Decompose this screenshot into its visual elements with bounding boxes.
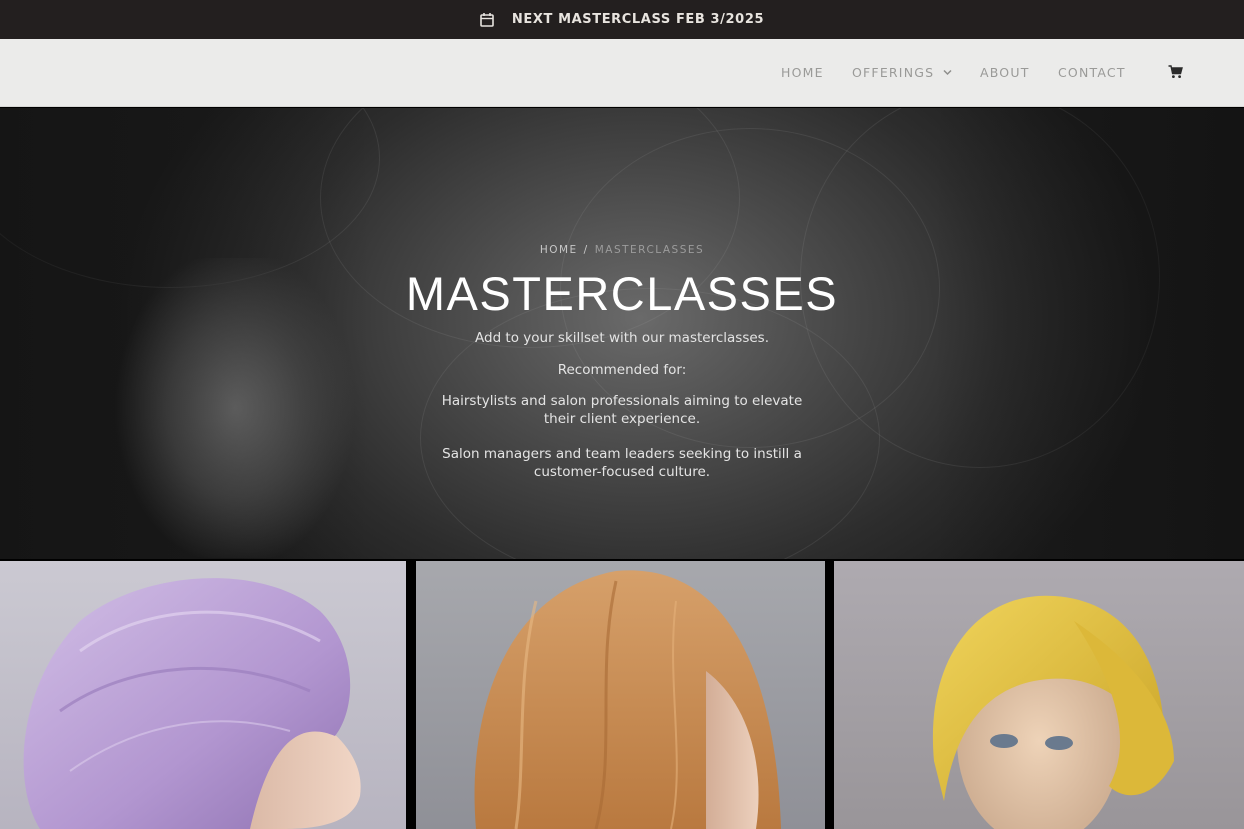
cart-icon[interactable] xyxy=(1168,64,1183,78)
nav-home[interactable]: HOME xyxy=(781,65,824,80)
site-header: HOME OFFERINGS ABOUT CONTACT xyxy=(0,39,1244,107)
nav-contact-label: CONTACT xyxy=(1058,65,1126,80)
announcement-bar: NEXT MASTERCLASS FEB 3/2025 xyxy=(0,0,1244,39)
nav-about-label: ABOUT xyxy=(980,65,1030,80)
breadcrumb-current: MASTERCLASSES xyxy=(594,244,705,256)
masterclass-gallery xyxy=(0,559,1244,829)
nav-contact[interactable]: CONTACT xyxy=(1058,65,1126,80)
hero-intro: Add to your skillset with our masterclas… xyxy=(475,330,769,346)
audience-managers-line-1: Salon managers and team leaders seeking … xyxy=(442,446,802,462)
blonde-wig-image xyxy=(932,595,1174,829)
nav-about[interactable]: ABOUT xyxy=(980,65,1030,80)
breadcrumb-home[interactable]: HOME xyxy=(540,244,578,256)
announcement-text[interactable]: NEXT MASTERCLASS FEB 3/2025 xyxy=(512,12,764,27)
masterclass-tile-blonde-bob[interactable] xyxy=(834,561,1244,829)
lavender-wig-image xyxy=(23,578,361,829)
masterclass-tile-lavender-bob[interactable] xyxy=(0,561,406,829)
audience-stylists-line-2: their client experience. xyxy=(543,411,701,427)
masterclass-tile-copper-waves[interactable] xyxy=(416,561,825,829)
nav-home-label: HOME xyxy=(781,65,824,80)
audience-stylists: Hairstylists and salon professionals aim… xyxy=(0,392,1244,428)
page-title: MASTERCLASSES xyxy=(405,267,839,320)
breadcrumb-separator: / xyxy=(583,244,589,256)
copper-wig-image xyxy=(474,570,781,829)
nav-offerings-label: OFFERINGS xyxy=(852,65,935,80)
calendar-icon xyxy=(480,12,494,27)
audience-managers-line-2: customer-focused culture. xyxy=(533,464,711,480)
recommended-heading: Recommended for: xyxy=(557,362,687,378)
audience-managers: Salon managers and team leaders seeking … xyxy=(0,445,1244,481)
nav-offerings[interactable]: OFFERINGS xyxy=(852,65,952,80)
chevron-down-icon xyxy=(943,69,952,76)
audience-stylists-line-1: Hairstylists and salon professionals aim… xyxy=(441,393,803,409)
breadcrumb: HOME / MASTERCLASSES xyxy=(0,244,1244,256)
hero-banner: HOME / MASTERCLASSES MASTERCLASSES Add to … xyxy=(0,108,1244,559)
